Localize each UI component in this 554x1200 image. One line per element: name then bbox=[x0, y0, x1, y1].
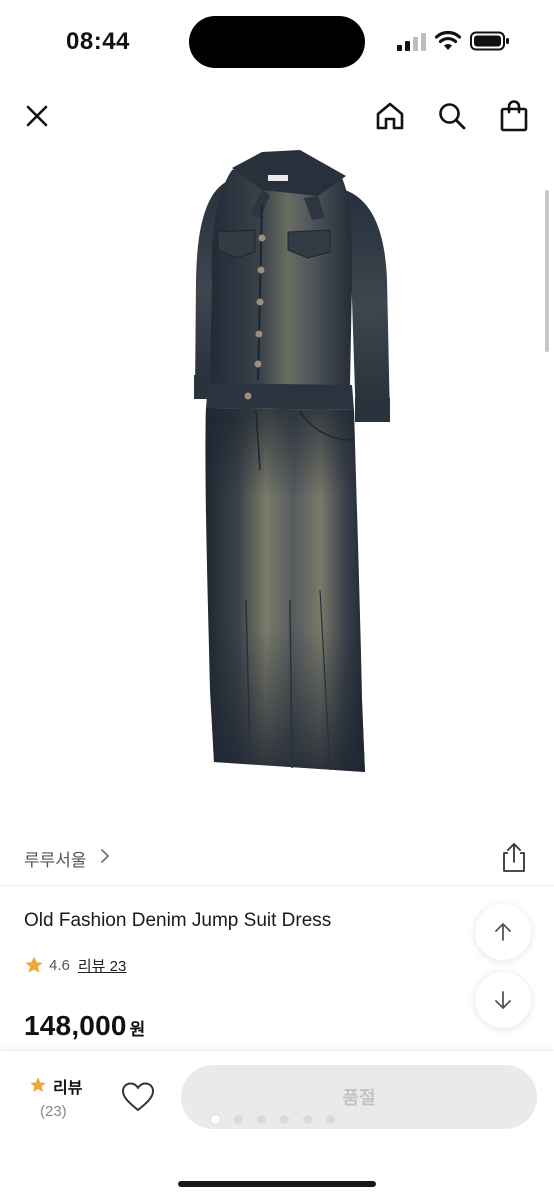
star-icon bbox=[25, 956, 43, 973]
rating-value: 4.6 bbox=[49, 956, 70, 974]
status-bar: 08:44 bbox=[0, 0, 554, 86]
dynamic-island bbox=[189, 16, 365, 68]
arrow-up-icon bbox=[495, 923, 511, 941]
brand-link[interactable]: 루루서울 bbox=[24, 846, 87, 871]
close-icon bbox=[26, 105, 48, 127]
rating-row: 4.6 리뷰 23 bbox=[24, 954, 126, 976]
currency-unit: 원 bbox=[129, 1020, 146, 1039]
battery-icon bbox=[470, 31, 509, 51]
share-icon[interactable] bbox=[498, 840, 530, 874]
bottom-action-bar: 리뷰 (23) 품절 bbox=[0, 1050, 554, 1200]
home-indicator bbox=[178, 1181, 376, 1187]
carousel-dot[interactable] bbox=[326, 1115, 335, 1124]
star-icon bbox=[30, 1077, 46, 1093]
scroll-indicator[interactable] bbox=[545, 190, 549, 352]
top-nav-bar bbox=[0, 86, 554, 146]
review-tab-count: (23) bbox=[40, 1103, 67, 1120]
denim-dress-image bbox=[194, 150, 390, 772]
image-carousel-dots bbox=[211, 1115, 335, 1124]
carousel-dot[interactable] bbox=[211, 1115, 220, 1124]
product-price: 148,000 bbox=[24, 1010, 127, 1041]
product-title: Old Fashion Denim Jump Suit Dress bbox=[24, 910, 332, 931]
search-icon bbox=[439, 103, 466, 130]
price-row: 148,000 원 bbox=[24, 1010, 145, 1042]
review-link[interactable]: 리뷰 23 bbox=[78, 955, 126, 976]
cellular-signal-icon bbox=[397, 33, 426, 51]
wifi-icon bbox=[434, 30, 462, 50]
cart-button[interactable] bbox=[494, 96, 534, 136]
status-time: 08:44 bbox=[66, 28, 130, 55]
home-button[interactable] bbox=[370, 96, 410, 136]
review-tab-label: 리뷰 bbox=[53, 1080, 83, 1097]
close-button[interactable] bbox=[17, 96, 57, 136]
carousel-dot[interactable] bbox=[280, 1115, 289, 1124]
heart-icon[interactable] bbox=[120, 1081, 156, 1113]
carousel-dot[interactable] bbox=[234, 1115, 243, 1124]
shopping-bag-icon bbox=[500, 100, 528, 132]
chevron-right-icon bbox=[101, 849, 109, 863]
review-tab[interactable]: 리뷰 (23) bbox=[24, 1071, 94, 1127]
scroll-up-button[interactable] bbox=[475, 904, 531, 960]
home-icon bbox=[376, 102, 404, 130]
search-button[interactable] bbox=[432, 96, 472, 136]
product-image[interactable] bbox=[0, 140, 554, 810]
brand-row: 루루서울 bbox=[0, 828, 554, 886]
carousel-dot[interactable] bbox=[257, 1115, 266, 1124]
arrow-down-icon bbox=[495, 991, 511, 1009]
carousel-dot[interactable] bbox=[303, 1115, 312, 1124]
scroll-down-button[interactable] bbox=[475, 972, 531, 1028]
